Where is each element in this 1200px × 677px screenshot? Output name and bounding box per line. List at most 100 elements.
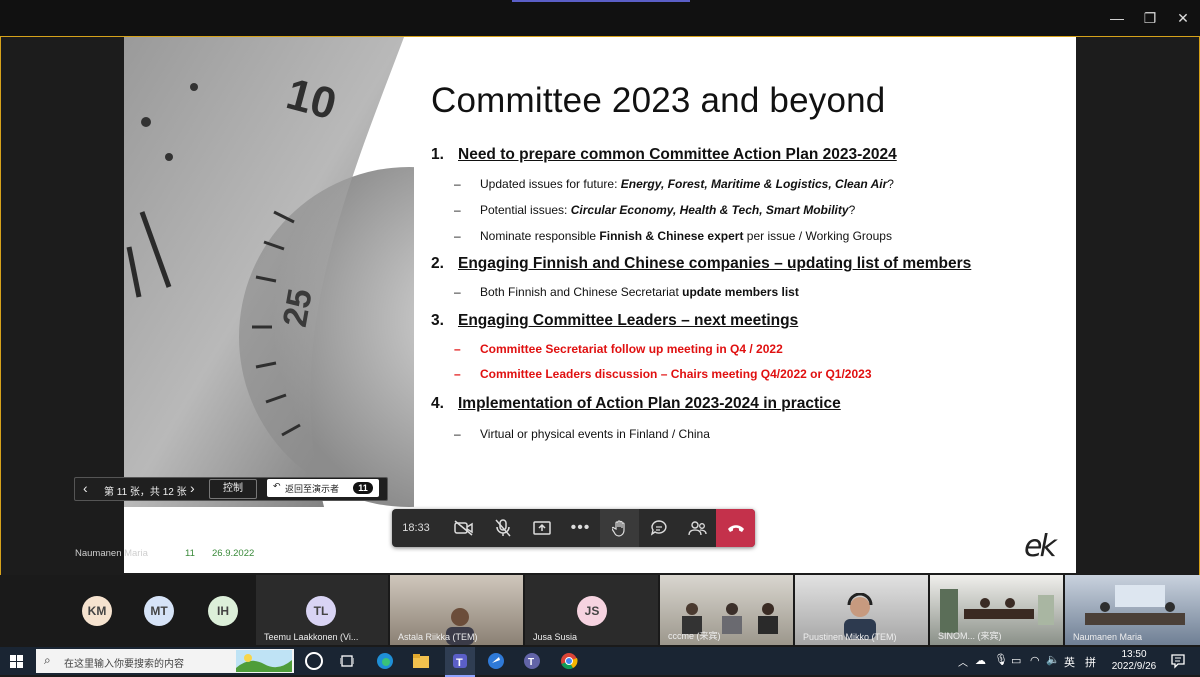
hang-up-button[interactable] [716,509,755,547]
wifi-icon[interactable]: ◠ [1030,654,1040,667]
search-highlight-image [236,650,292,672]
raise-hand-icon [611,520,625,537]
bullet-dash: – [454,203,461,217]
system-clock[interactable]: 13:50 2022/9/26 [1106,649,1162,673]
slide-footer-date: 26.9.2022 [212,548,255,559]
participant-name: Puustinen Mikko (TEM) [803,632,897,642]
call-timer: 18:33 [402,522,430,534]
back-to-presenter-button[interactable]: ↶ 返回至演示者 11 [267,479,379,497]
participant-tile[interactable]: TL Teemu Laakkonen (Vi... [256,575,388,645]
take-control-button[interactable]: 控制 [209,479,257,499]
mute-toggle-button[interactable] [483,509,522,547]
chat-icon [650,520,667,536]
bullet-text: Potential issues: [480,203,571,217]
avatar: JS [577,596,607,626]
participant-name: Naumanen Maria [1073,632,1143,642]
section-heading: Implementation of Action Plan 2023-2024 … [458,395,841,412]
teams-taskbar-item[interactable]: T [445,647,475,677]
participant-name: SINOM... (来宾) [938,631,1002,641]
slide-footer-presenter: Naumanen Maria [75,548,148,559]
bullet-dash: – [454,177,461,191]
input-language[interactable]: 英 [1064,654,1075,670]
microphone-icon[interactable]: 🎙 [994,653,1008,666]
volume-icon[interactable]: 🔈 [1046,653,1060,666]
share-screen-button[interactable] [522,509,561,547]
battery-icon[interactable]: ▭ [1011,654,1021,667]
edge-icon[interactable] [376,652,394,670]
share-tray-icon [532,521,551,535]
bullet-text: Virtual or physical events in Finland / … [480,427,710,441]
windows-start-icon[interactable] [10,655,23,668]
cortana-icon[interactable] [305,652,323,670]
meeting-tab-indicator [512,0,690,2]
next-slide-button[interactable]: › [190,480,195,496]
file-explorer-icon[interactable] [412,653,430,669]
taskbar-search-box[interactable]: ⌕ 在这里输入你要搜索的内容 [36,649,294,673]
bullet-text: Nominate responsible [480,229,600,243]
bullet-emphasis: update members list [682,285,799,299]
bullet-emphasis: Finnish & Chinese expert [599,229,744,243]
slide-navigation-bar: ‹ 第 11 张，共 12 张 › 控制 ↶ 返回至演示者 11 [74,477,388,501]
bullet-emphasis: Circular Economy, Health & Tech, Smart M… [570,203,849,217]
teams-icon: T [453,654,467,669]
return-icon: ↶ [273,481,281,491]
minimize-button[interactable]: — [1106,8,1128,28]
participant-video-tile[interactable]: Astala Riikka (TEM) [390,575,523,645]
onedrive-icon[interactable]: ☁ [975,654,986,667]
restore-button[interactable]: ❐ [1139,8,1161,28]
more-actions-button[interactable]: ••• [561,509,600,547]
people-icon [687,521,707,536]
avatar: MT [144,596,174,626]
section-number: 1. [431,146,444,163]
participant-name: cccme (来宾) [668,631,721,641]
previous-slide-button[interactable]: ‹ [83,480,88,496]
bullet-emphasis: Energy, Forest, Maritime & Logistics, Cl… [620,177,888,191]
feedback-icon[interactable] [487,652,505,670]
participant-tile[interactable]: KM [70,575,130,645]
bullet-text: ? [887,177,894,191]
input-method[interactable]: 拼 [1085,654,1096,670]
participant-video-room [1085,585,1185,625]
windows-taskbar: ⌕ 在这里输入你要搜索的内容 T T ︿ ☁ 🎙 ▭ ◠ 🔈 英 拼 13:50… [0,647,1200,677]
close-button[interactable]: ✕ [1172,8,1194,28]
participant-video-tile[interactable]: Puustinen Mikko (TEM) [795,575,928,645]
bullet-text: Committee Leaders discussion – Chairs me… [480,367,872,381]
svg-text:T: T [528,657,534,668]
participant-name: Astala Riikka (TEM) [398,632,478,642]
bullet-dash: – [454,427,461,441]
task-view-icon[interactable] [340,654,354,668]
slide-number-badge: 11 [353,482,373,494]
chat-button[interactable] [639,509,678,547]
camera-toggle-button[interactable] [444,509,483,547]
section-number: 2. [431,255,444,272]
more-icon: ••• [570,519,591,536]
teams-app-icon[interactable]: T [523,652,541,670]
participant-video-tile[interactable]: cccme (来宾) [660,575,793,645]
participant-gallery: KM MT IH TL Teemu Laakkonen (Vi... Astal… [0,575,1200,647]
section-heading: Engaging Committee Leaders – next meetin… [458,312,799,329]
camera-off-icon [453,520,473,536]
section-number: 4. [431,395,444,412]
bullet-text: Committee Secretariat follow up meeting … [480,342,783,356]
avatar: TL [306,596,336,626]
participant-video-tile[interactable]: Naumanen Maria [1065,575,1200,645]
chrome-icon[interactable] [560,652,578,670]
participant-tile[interactable]: IH [194,575,254,645]
slide-title: Committee 2023 and beyond [431,81,886,120]
notification-center-icon[interactable] [1170,653,1186,669]
section-heading: Engaging Finnish and Chinese companies –… [458,255,972,272]
back-to-presenter-label: 返回至演示者 [285,484,340,494]
participants-button[interactable] [678,509,717,547]
clock-time: 13:50 [1121,649,1147,660]
participant-tile[interactable]: MT [132,575,192,645]
participant-name: Jusa Susia [533,632,578,642]
dial-number: 25 [276,286,320,330]
show-hidden-icons-button[interactable]: ︿ [958,654,968,669]
svg-text:T: T [456,657,463,669]
participant-tile[interactable]: JS Jusa Susia [525,575,658,645]
participant-video-tile[interactable]: SINOM... (来宾) [930,575,1063,645]
clock-date: 2022/9/26 [1111,661,1157,672]
window-title-bar: — ❐ ✕ [0,0,1200,36]
raise-hand-button[interactable] [600,509,639,547]
slide-footer-page: 11 [185,548,195,559]
